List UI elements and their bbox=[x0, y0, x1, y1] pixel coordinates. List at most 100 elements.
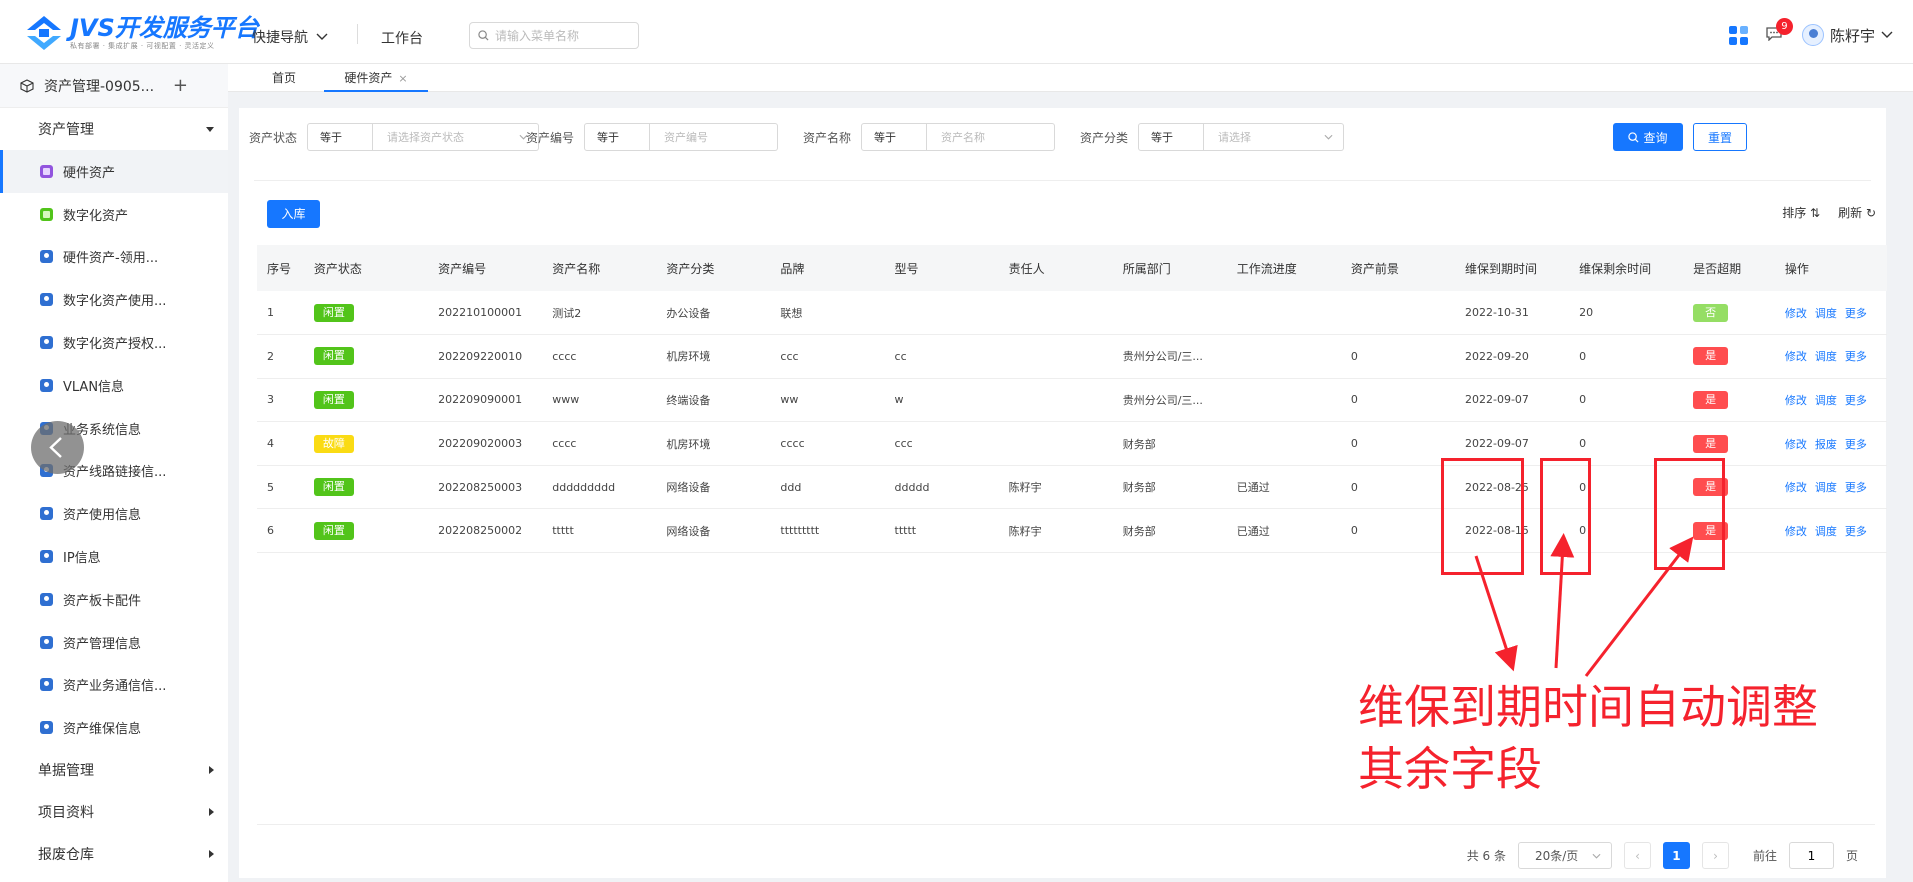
stock-in-button[interactable]: 入库 bbox=[267, 200, 320, 228]
row-action-link[interactable]: 调度 bbox=[1815, 481, 1837, 494]
column-header[interactable]: 责任人 bbox=[998, 245, 1113, 291]
apps-icon[interactable] bbox=[1728, 25, 1748, 45]
close-icon[interactable]: × bbox=[398, 72, 407, 85]
column-header[interactable]: 资产前景 bbox=[1340, 245, 1455, 291]
table-cell bbox=[1112, 291, 1227, 336]
column-header[interactable]: 资产名称 bbox=[542, 245, 657, 291]
sidebar-item[interactable]: 数字化资产使用... bbox=[0, 278, 228, 321]
row-action-link[interactable]: 更多 bbox=[1845, 307, 1867, 320]
user-icon bbox=[40, 635, 53, 649]
filter-operator-select[interactable]: 等于 bbox=[861, 123, 928, 151]
query-button[interactable]: 查询 bbox=[1613, 123, 1683, 151]
filter-operator-select[interactable]: 等于 bbox=[1138, 123, 1205, 151]
sidebar-item[interactable]: 硬件资产 bbox=[0, 150, 228, 193]
column-header[interactable]: 型号 bbox=[884, 245, 999, 291]
menu-group[interactable]: 报废仓库 bbox=[0, 833, 228, 875]
filter-value-input[interactable]: 资产编号 bbox=[650, 123, 779, 151]
table-row[interactable]: 2 闲置 202209220010 cccc 机房环境 ccc cc 贵州分公司/三... 0 2… bbox=[257, 334, 1887, 379]
menu-group-label: 项目资料 bbox=[38, 805, 94, 822]
add-icon[interactable]: + bbox=[173, 75, 188, 96]
column-header[interactable]: 资产分类 bbox=[656, 245, 771, 291]
sidebar-item[interactable]: IP信息 bbox=[0, 535, 228, 578]
tab-home[interactable]: 首页 bbox=[272, 64, 296, 92]
table-row[interactable]: 5 闲置 202208250003 ddddddddd 网络设备 ddd ddddd 陈籽宇财… bbox=[257, 465, 1887, 510]
sidebar-item[interactable]: 资产管理信息 bbox=[0, 621, 228, 664]
column-header[interactable]: 资产状态 bbox=[303, 245, 429, 291]
workbench-link[interactable]: 工作台 bbox=[381, 28, 423, 48]
reset-button[interactable]: 重置 bbox=[1693, 123, 1747, 151]
sidebar-item[interactable]: 资产业务通信信... bbox=[0, 664, 228, 707]
sidebar-item[interactable]: 数字化资产 bbox=[0, 193, 228, 236]
menu-group[interactable]: 项目资料 bbox=[0, 791, 228, 833]
column-header[interactable]: 所属部门 bbox=[1112, 245, 1227, 291]
message-icon[interactable]: 9 bbox=[1766, 18, 1793, 43]
column-header[interactable]: 维保到期时间 bbox=[1454, 245, 1570, 291]
menu-search[interactable] bbox=[469, 22, 639, 49]
menu-group[interactable]: 单据管理 bbox=[0, 749, 228, 791]
row-action-link[interactable]: 更多 bbox=[1845, 481, 1867, 494]
sidebar-item[interactable]: 资产板卡配件 bbox=[0, 578, 228, 621]
sidebar-item[interactable]: 数字化资产授权... bbox=[0, 321, 228, 364]
filter-placeholder: 请选择资产状态 bbox=[387, 131, 465, 144]
filter-value-input[interactable]: 请选择资产状态 bbox=[373, 123, 540, 151]
next-page-button[interactable]: › bbox=[1701, 842, 1729, 869]
actions-cell: 修改 调度 更多 bbox=[1774, 465, 1887, 510]
row-action-link[interactable]: 修改 bbox=[1785, 525, 1807, 538]
column-header[interactable]: 工作流进度 bbox=[1226, 245, 1341, 291]
row-action-link[interactable]: 修改 bbox=[1785, 438, 1807, 451]
row-action-link[interactable]: 更多 bbox=[1845, 438, 1867, 451]
row-action-link[interactable]: 更多 bbox=[1845, 350, 1867, 363]
tab-hardware-assets[interactable]: 硬件资产 × bbox=[324, 64, 428, 92]
logo-title: JVS开发服务平台 bbox=[70, 14, 259, 42]
column-header[interactable]: 维保剩余时间 bbox=[1569, 245, 1684, 291]
page-size-select[interactable]: 20条/页 bbox=[1517, 842, 1612, 869]
row-action-link[interactable]: 调度 bbox=[1815, 525, 1837, 538]
avatar bbox=[1801, 24, 1824, 46]
column-header[interactable]: 操作 bbox=[1774, 245, 1887, 291]
row-action-link[interactable]: 修改 bbox=[1785, 394, 1807, 407]
sidebar-item[interactable]: 硬件资产-领用... bbox=[0, 236, 228, 279]
column-header[interactable]: 序号 bbox=[257, 245, 304, 291]
row-action-link[interactable]: 修改 bbox=[1785, 481, 1807, 494]
sidebar-item[interactable]: 资产使用信息 bbox=[0, 492, 228, 535]
table-row[interactable]: 1 闲置 202210100001 测试2 办公设备 联想 2022-10-31 20 否 修改调… bbox=[257, 291, 1887, 336]
menu-search-input[interactable] bbox=[495, 28, 625, 43]
table-row[interactable]: 4 故障 202209020003 cccc 机房环境 cccc ccc 财务部 0 2022-0… bbox=[257, 421, 1887, 466]
filter-value-input[interactable]: 资产名称 bbox=[927, 123, 1056, 151]
goto-page-input[interactable] bbox=[1788, 842, 1834, 869]
row-action-link[interactable]: 调度 bbox=[1815, 307, 1837, 320]
refresh-button[interactable]: 刷新 ↻ bbox=[1838, 204, 1876, 221]
sort-button[interactable]: 排序 ⇅ bbox=[1782, 204, 1820, 221]
row-action-link[interactable]: 更多 bbox=[1845, 394, 1867, 407]
column-header[interactable]: 品牌 bbox=[770, 245, 885, 291]
app-switcher[interactable]: 资产管理-0905... + bbox=[0, 64, 228, 108]
prev-page-button[interactable]: ‹ bbox=[1623, 842, 1651, 869]
sidebar-item[interactable]: 资产维保信息 bbox=[0, 706, 228, 749]
table-cell: 0 bbox=[1569, 334, 1684, 379]
status-badge: 故障 bbox=[313, 434, 354, 453]
row-action-link[interactable]: 报废 bbox=[1815, 438, 1837, 451]
back-button[interactable] bbox=[31, 421, 84, 474]
column-header[interactable]: 是否超期 bbox=[1683, 245, 1775, 291]
row-action-link[interactable]: 调度 bbox=[1815, 394, 1837, 407]
user-menu[interactable]: 陈籽宇 bbox=[1801, 24, 1893, 46]
menu-group-asset-management[interactable]: 资产管理 bbox=[0, 108, 228, 150]
page-number[interactable]: 1 bbox=[1662, 842, 1690, 869]
row-action-link[interactable]: 修改 bbox=[1785, 307, 1807, 320]
query-label: 查询 bbox=[1643, 130, 1668, 145]
filter-operator-select[interactable]: 等于 bbox=[307, 123, 374, 151]
row-action-link[interactable]: 更多 bbox=[1845, 525, 1867, 538]
column-header[interactable]: 资产编号 bbox=[428, 245, 543, 291]
logo[interactable]: JVS开发服务平台 私有部署 · 集成扩展 · 可视配置 · 灵活定义 bbox=[24, 12, 259, 54]
row-action-link[interactable]: 修改 bbox=[1785, 350, 1807, 363]
table-cell bbox=[998, 334, 1113, 379]
sidebar-item[interactable]: VLAN信息 bbox=[0, 364, 228, 407]
filter-operator-select[interactable]: 等于 bbox=[584, 123, 651, 151]
filter-value-input[interactable]: 请选择 bbox=[1204, 123, 1345, 151]
table-cell: 已通过 bbox=[1226, 465, 1341, 510]
table-cell: ddd bbox=[770, 465, 885, 510]
table-row[interactable]: 3 闲置 202209090001 www 终端设备 ww w 贵州分公司/三... 0 2022… bbox=[257, 378, 1887, 423]
quick-nav-dropdown[interactable]: 快捷导航 bbox=[252, 27, 328, 47]
row-action-link[interactable]: 调度 bbox=[1815, 350, 1837, 363]
table-row[interactable]: 6 闲置 202208250002 ttttt 网络设备 ttttttttt ttttt 陈籽… bbox=[257, 508, 1887, 554]
